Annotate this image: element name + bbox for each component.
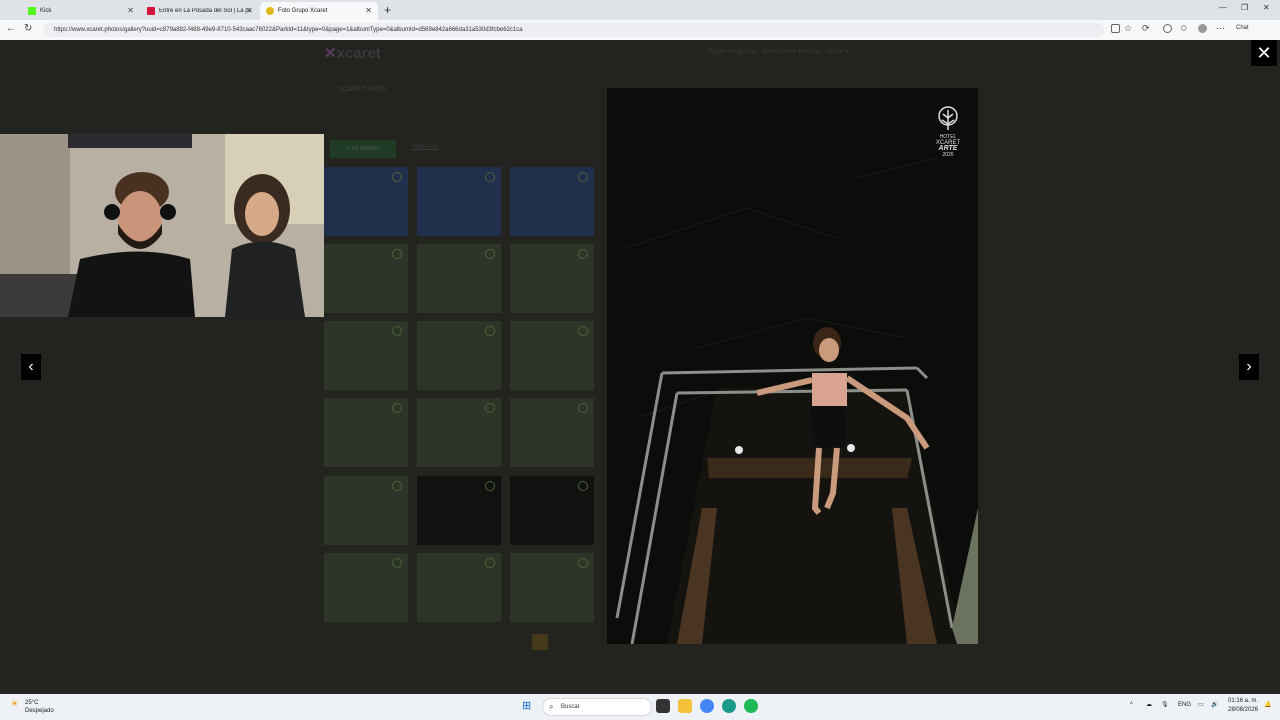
- webcam-scene: [0, 134, 324, 317]
- notification-icon[interactable]: 🔔: [1264, 701, 1271, 708]
- gallery-thumbnail: [510, 244, 594, 313]
- refresh-extension-icon[interactable]: ⟳: [1142, 23, 1150, 34]
- gallery-thumbnail: [324, 167, 408, 236]
- browser-toolbar: ← ↻ https://www.xcaret.photos/gallery?uu…: [0, 20, 1280, 40]
- gallery-thumbnail: [417, 553, 501, 622]
- tab-posada[interactable]: Entre en La Posada del Sol | La pu ✕: [141, 2, 259, 20]
- copilot-chat-button[interactable]: Chat: [1236, 25, 1249, 31]
- gallery-thumbnail: [510, 476, 594, 545]
- tab-title: Entre en La Posada del Sol | La pu: [159, 8, 251, 14]
- chrome-icon[interactable]: [700, 699, 714, 713]
- clock-time[interactable]: 01:16 a. m.: [1228, 698, 1258, 704]
- spotify-icon[interactable]: [744, 699, 758, 713]
- weather-desc: Despejado: [25, 708, 54, 714]
- lightbox-photo: HOTEL XCARET ARTE 2026: [607, 88, 978, 644]
- gallery-thumbnail: [324, 398, 408, 467]
- windows-start-icon[interactable]: ⊞: [522, 699, 531, 712]
- xcaret-arte-logo: XCARET ARTE: [338, 86, 387, 93]
- lightbox-close-button[interactable]: ✕: [1251, 40, 1277, 66]
- clock-date[interactable]: 28/08/2026: [1228, 707, 1258, 713]
- xcaret-favicon-icon: [266, 7, 274, 15]
- tab-close-icon[interactable]: ✕: [246, 6, 253, 15]
- restore-icon[interactable]: ❐: [1241, 3, 1248, 12]
- microphone-icon[interactable]: 🎙: [1161, 701, 1169, 708]
- tree-logo-icon: [938, 106, 958, 130]
- photo-scene: [607, 88, 978, 644]
- browser-tab-strip: Kick ✕ Entre en La Posada del Sol | La p…: [0, 0, 1280, 20]
- file-explorer-icon[interactable]: [678, 699, 692, 713]
- page-2-button: 2: [560, 637, 564, 644]
- webcam-overlay: [0, 134, 324, 317]
- lightbox-prev-button[interactable]: ‹: [21, 354, 41, 380]
- favorite-star-icon[interactable]: ☆: [1124, 23, 1132, 34]
- hotel-xcaret-arte-watermark: HOTEL XCARET ARTE 2026: [934, 106, 962, 158]
- edge-icon[interactable]: [722, 699, 736, 713]
- new-tab-icon[interactable]: +: [384, 3, 391, 17]
- minimize-icon[interactable]: —: [1219, 3, 1227, 12]
- weather-icon: ☀: [10, 699, 19, 710]
- gallery-thumbnail: [417, 321, 501, 390]
- network-icon[interactable]: ▭: [1198, 701, 1204, 708]
- language-indicator[interactable]: ENG: [1178, 702, 1191, 708]
- close-window-icon[interactable]: ✕: [1263, 3, 1270, 12]
- tab-close-icon[interactable]: ✕: [365, 6, 372, 15]
- gallery-thumbnail: [417, 398, 501, 467]
- gallery-thumbnail: [510, 167, 594, 236]
- volume-icon[interactable]: 🔊: [1211, 701, 1218, 708]
- tray-overflow-icon[interactable]: ^: [1130, 702, 1133, 708]
- profile-avatar[interactable]: [1198, 24, 1207, 33]
- reader-icon[interactable]: [1111, 24, 1120, 33]
- search-placeholder: Buscar: [561, 704, 580, 710]
- all-albums-button: + All Albums: [330, 140, 396, 158]
- gallery-thumbnail: [510, 553, 594, 622]
- address-bar[interactable]: https://www.xcaret.photos/gallery?uuid=c…: [44, 23, 1104, 37]
- reload-icon[interactable]: ↻: [24, 23, 32, 34]
- favorites-icon[interactable]: ✩: [1180, 23, 1188, 34]
- tab-close-icon[interactable]: ✕: [127, 6, 134, 15]
- gallery-thumbnail: [417, 167, 501, 236]
- youtube-favicon-icon: [147, 7, 155, 15]
- windows-taskbar: ☀ 25°C Despejado ⊞ ⌕ Buscar ^ ☁ 🎙 ENG ▭ …: [0, 694, 1280, 720]
- back-icon[interactable]: ←: [6, 23, 16, 34]
- gallery-thumbnail: [417, 476, 501, 545]
- gallery-thumbnail: [324, 553, 408, 622]
- xcaret-logo: ✕xcaret: [324, 45, 381, 62]
- weather-temp: 25°C: [25, 700, 39, 706]
- gallery-thumbnail: [510, 321, 594, 390]
- gallery-thumbnail: [324, 476, 408, 545]
- task-view-icon[interactable]: [656, 699, 670, 713]
- gallery-thumbnail: [324, 321, 408, 390]
- tab-kick[interactable]: Kick ✕: [22, 2, 140, 20]
- taskbar-search-box[interactable]: ⌕ Buscar: [542, 698, 652, 716]
- more-menu-icon[interactable]: ⋯: [1216, 23, 1225, 34]
- tab-title: Foto Grupo Xcaret: [278, 8, 328, 14]
- kick-favicon-icon: [28, 7, 36, 15]
- gallery-thumbnail: [417, 244, 501, 313]
- tab-foto-grupo-xcaret[interactable]: Foto Grupo Xcaret ✕: [260, 2, 378, 20]
- extension-icon[interactable]: [1163, 24, 1172, 33]
- tray-app-icon[interactable]: ☁: [1146, 701, 1152, 708]
- tab-title: Kick: [40, 8, 52, 14]
- search-icon: ⌕: [549, 702, 554, 711]
- gallery-thumbnail: [510, 398, 594, 467]
- breadcrumb: › Hotel Arte: [406, 144, 438, 150]
- page-1-button: [532, 634, 548, 650]
- lightbox-next-button[interactable]: ›: [1239, 354, 1259, 380]
- gallery-thumbnail: [324, 244, 408, 313]
- header-links: Regalo fotografías · Carta Deseo llamada…: [708, 49, 850, 55]
